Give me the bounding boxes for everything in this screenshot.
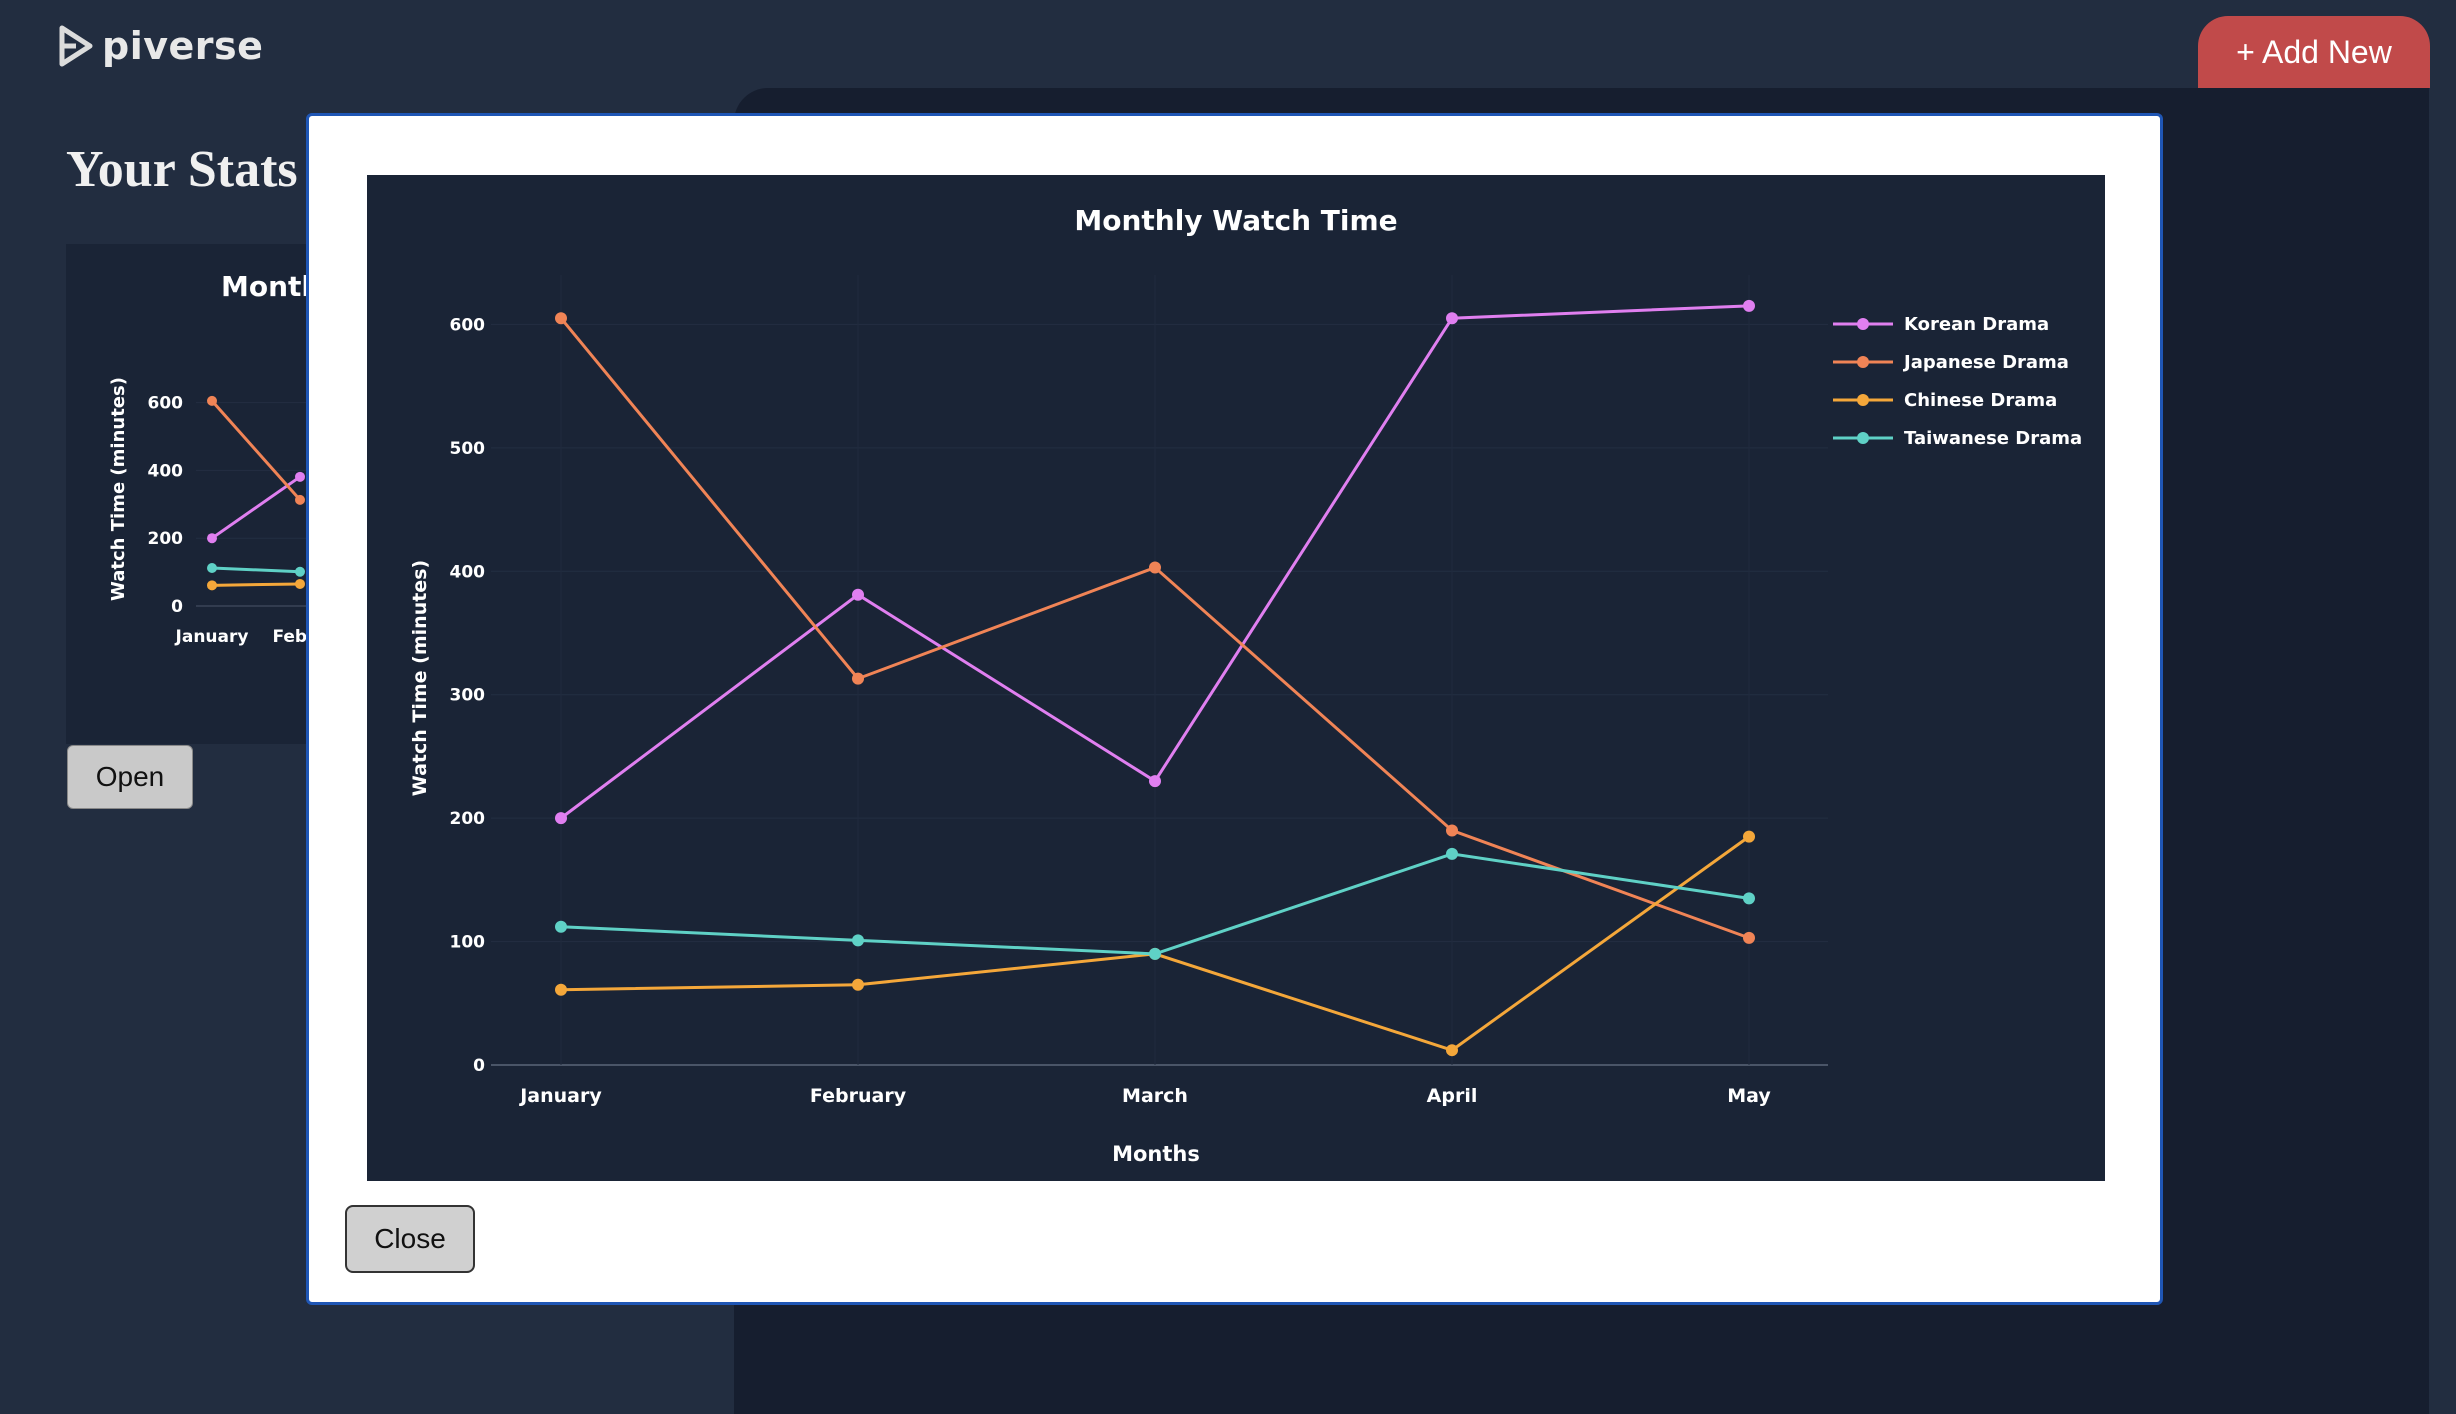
mini-y-tick-label: 0 (171, 597, 183, 617)
mini-series-line (210, 399, 302, 501)
mini-data-point (295, 566, 305, 577)
x-tick-label: April (1427, 1085, 1478, 1107)
chart-title: Monthly Watch Time (1074, 204, 1397, 237)
mini-y-axis-title: Watch Time (minutes) (108, 377, 129, 601)
data-point (555, 983, 567, 996)
y-tick-label: 300 (450, 686, 486, 706)
data-point (555, 812, 567, 825)
legend-label: Korean Drama (1904, 314, 2049, 335)
data-point (1743, 830, 1755, 843)
close-button[interactable]: Close (345, 1205, 475, 1273)
page-title: Your Stats (66, 141, 298, 198)
line-chart: Monthly Watch Time 0 100 200 300 400 500 600 Jan… (409, 204, 2082, 1166)
data-point (1149, 947, 1161, 960)
x-tick-label: May (1727, 1085, 1771, 1107)
legend-marker (1857, 318, 1869, 330)
mini-data-point (207, 580, 217, 591)
data-point (852, 588, 864, 601)
brand-logo[interactable]: piverse (58, 24, 263, 68)
add-new-button[interactable]: + Add New (2198, 16, 2430, 88)
open-chart-button[interactable]: Open (67, 745, 193, 809)
y-tick-label: 400 (450, 562, 486, 582)
mini-x-tick-label: January (175, 627, 249, 647)
mini-series-line (211, 582, 301, 587)
data-point (1149, 775, 1161, 788)
y-tick-label: 200 (450, 809, 486, 829)
data-point (852, 934, 864, 947)
data-point (852, 672, 864, 685)
y-tick-label: 600 (450, 315, 486, 335)
mini-series-line (211, 566, 301, 574)
x-tick-label: March (1122, 1085, 1188, 1107)
data-point (1149, 561, 1161, 574)
data-point (555, 312, 567, 325)
data-point (1743, 299, 1755, 312)
chart-modal: Monthly Watch Time 0 100 200 300 400 500 600 Jan… (306, 113, 2163, 1305)
x-tick-label: February (810, 1085, 907, 1107)
data-point (1743, 892, 1755, 905)
mini-chart-title: Montl (221, 270, 311, 303)
legend-label: Taiwanese Drama (1904, 428, 2082, 449)
y-tick-label: 100 (450, 933, 486, 953)
data-point (852, 978, 864, 991)
mini-data-point (295, 471, 305, 482)
data-point (555, 920, 567, 933)
data-point (1446, 824, 1458, 837)
y-tick-label: 500 (450, 439, 486, 459)
data-point (1446, 847, 1458, 860)
x-axis-title: Months (1112, 1142, 1200, 1166)
data-point (1446, 312, 1458, 325)
mini-data-point (295, 494, 305, 505)
x-tick-label: January (518, 1085, 602, 1107)
mini-data-point (207, 395, 217, 406)
data-point (1446, 1044, 1458, 1057)
mini-data-point (207, 533, 217, 544)
data-point (1743, 931, 1755, 944)
legend-marker (1857, 394, 1869, 406)
chart-container: Monthly Watch Time 0 100 200 300 400 500 600 Jan… (367, 175, 2105, 1181)
brand-name: piverse (102, 24, 264, 68)
mini-data-point (295, 578, 305, 589)
mini-y-tick-label: 600 (148, 394, 184, 414)
legend-marker (1857, 432, 1869, 444)
y-tick-label: 0 (473, 1056, 485, 1076)
mini-y-tick-label: 400 (148, 461, 184, 481)
legend-label: Japanese Drama (1902, 352, 2069, 373)
y-axis-title: Watch Time (minutes) (409, 560, 431, 796)
legend-marker (1857, 356, 1869, 368)
mini-data-point (207, 563, 217, 574)
legend-label: Chinese Drama (1904, 390, 2057, 411)
play-logo-icon (59, 25, 93, 67)
mini-y-tick-label: 200 (148, 529, 184, 549)
